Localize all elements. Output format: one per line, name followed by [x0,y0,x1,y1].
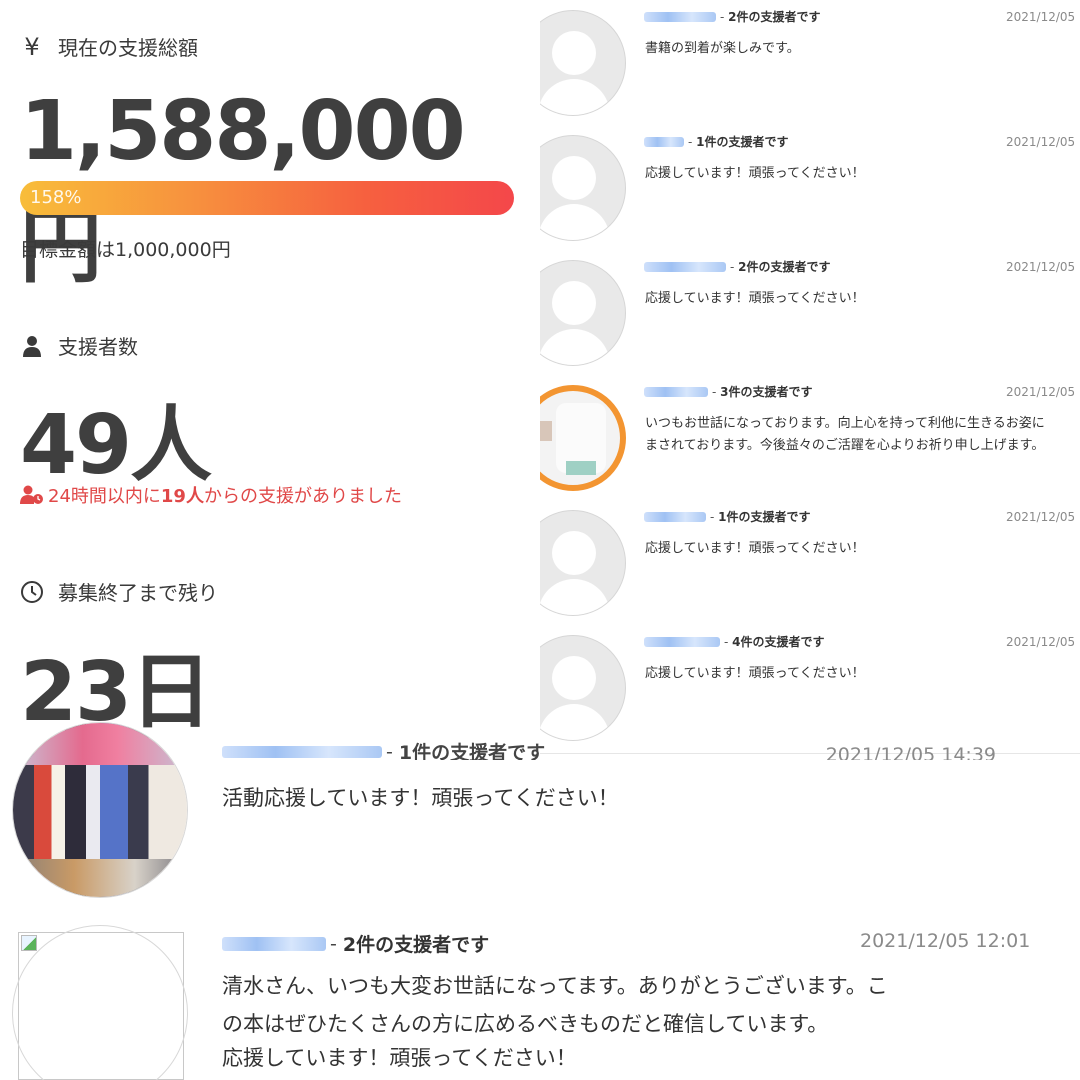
comment-date: 2021/12/05 1 [1006,135,1080,149]
comment-meta: - 2件の支援者です [644,8,821,25]
avatar[interactable] [540,385,626,491]
comment-meta: - 4件の支援者です [644,633,825,650]
comment-date: 2021/12/05 1 [1006,260,1080,274]
comment-text: 応援しています！頑張ってください！ [645,291,865,306]
supporters-label-row: 支援者数 [20,331,138,360]
comment-date: 2021/12/05 14:39 [825,744,996,760]
clock-icon [20,580,44,604]
supporters-count: 49人 [20,398,212,493]
broken-image-icon [21,935,37,951]
recent-prefix: 24時間以内に [48,486,161,507]
avatar[interactable] [540,135,626,241]
recent-supporters-notice: 24時間以内に 19人 からの支援がありました [20,482,402,508]
funding-progress-percent: 158% [30,187,82,208]
comment-text-line: 応援しています！頑張ってください！ [222,1046,577,1070]
total-amount-label: 現在の支援総額 [58,36,198,60]
comment-item: - 2件の支援者です 2021/12/05 1 応援しています！頑張ってください… [540,250,1080,375]
supporters-label: 支援者数 [58,335,138,359]
comment-text: 応援しています！頑張ってください！ [645,166,865,181]
comment-meta: - 3件の支援者です [644,383,813,400]
comment-item: - 2件の支援者です 2021/12/05 1 書籍の到着が楽しみです。 [540,0,1080,125]
user-clock-icon [20,485,44,505]
avatar[interactable] [540,635,626,741]
comment-item: - 1件の支援者です 2021/12/05 1 応援しています！頑張ってください… [540,500,1080,625]
total-amount-label-row: ¥ 現在の支援総額 [20,32,198,61]
comment-date: 2021/12/05 1 [1006,635,1080,649]
comment-meta: - 2件の支援者です [222,930,489,957]
avatar[interactable] [540,260,626,366]
comment-text: 活動応援しています！頑張ってください！ [222,786,619,810]
comment-date: 2021/12/05 12:01 [860,930,1031,952]
remaining-label-row: 募集終了まで残り [20,577,218,606]
comment-text: いつもお世話になっております。向上心を持って利他に生きるお姿に まされております… [645,413,1075,457]
comment-meta: - 2件の支援者です [644,258,831,275]
comment-date: 2021/12/05 1 [1006,385,1080,399]
funding-progress-bar: 158% [20,181,514,215]
avatar[interactable] [12,722,188,898]
comment-item: - 1件の支援者です 2021/12/05 1 応援しています！頑張ってください… [540,125,1080,250]
comment-text: 応援しています！頑張ってください！ [645,541,865,556]
recent-suffix: からの支援がありました [203,486,402,507]
comment-text-line: いつもお世話になっております。向上心を持って利他に生きるお姿に [645,416,1045,431]
comment-meta: - 1件の支援者です [644,508,811,525]
comment-item: - 3件の支援者です 2021/12/05 1 いつもお世話になっております。向… [540,375,1080,500]
project-stats-panel: ¥ 現在の支援総額 1,588,000円 158% 目標金額は1,000,000… [0,0,540,750]
comment-text-line: まされております。今後益々のご活躍を心よりお祈り申し上げます。 [645,438,1045,453]
person-icon [20,334,44,358]
comment-meta: - 1件の支援者です [644,133,789,150]
comment-date: 2021/12/05 1 [1006,510,1080,524]
comment-text: 応援しています！頑張ってください！ [645,666,865,681]
comment-text-line: 清水さん、いつも大変お世話になってます。ありがとうございます。こ [222,974,888,998]
yen-icon: ¥ [24,32,40,61]
avatar[interactable] [540,510,626,616]
comment-text-line: の本はぜひたくさんの方に広めるべきものだと確信しています。 [222,1012,829,1036]
wide-comment-meta-partial: - 1件の支援者です 2021/12/05 14:39 [222,732,1042,760]
remaining-label: 募集終了まで残り [58,581,218,605]
recent-count: 19人 [160,486,204,507]
comment-text: 書籍の到着が楽しみです。 [645,41,800,56]
comment-feed-panel[interactable]: - 2件の支援者です 2021/12/05 1 書籍の到着が楽しみです。 - 1… [540,0,1080,754]
comment-date: 2021/12/05 1 [1006,10,1080,24]
avatar[interactable] [540,10,626,116]
goal-amount-text: 目標金額は1,000,000円 [20,239,231,261]
